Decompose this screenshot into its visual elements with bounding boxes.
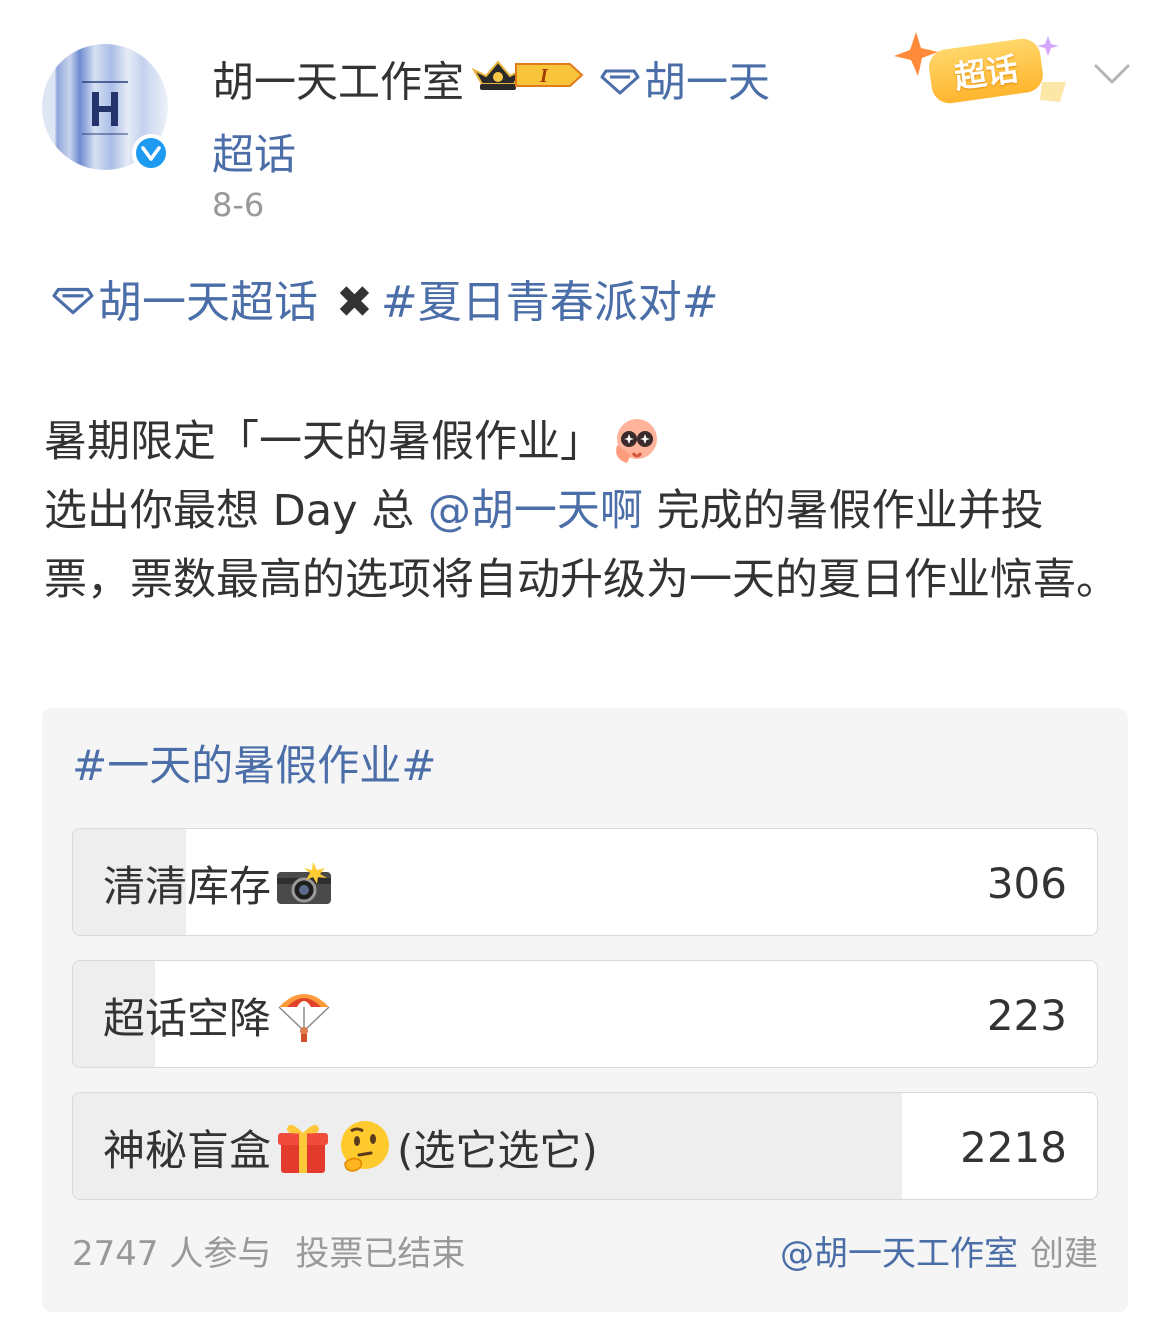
svg-text:I: I <box>539 65 549 87</box>
studio-logo-icon <box>82 81 128 135</box>
gift-icon <box>278 1124 329 1173</box>
poll-option-suffix: (选它选它) <box>397 1125 598 1175</box>
post-content: 暑期限定「一天的暑假作业」 选出你最想 Day 总 @胡一天啊 完成的暑假作业并… <box>44 408 1129 615</box>
cross-mark-icon: ✖ <box>336 277 373 328</box>
poll-option-count: 223 <box>986 990 1067 1040</box>
author-name[interactable]: 胡一天工作室 <box>212 58 464 107</box>
camera-flash-icon <box>277 862 332 904</box>
thinking-face-icon <box>341 1121 390 1172</box>
weibo-post: 胡一天工作室 I 胡一天超话 8-6 超话 胡一天超话 ✖ #夏日青春派对# 暑… <box>0 0 1170 1344</box>
poll-card: #一天的暑假作业# 清清库存 306 超话空降 223 神秘盲盒 (选它选它) … <box>42 708 1128 1312</box>
starry-eyes-emoji-icon <box>616 418 657 463</box>
poll-option[interactable]: 神秘盲盒 (选它选它) 2218 <box>72 1092 1098 1200</box>
poll-creator-link[interactable]: @胡一天工作室 <box>780 1234 1018 1274</box>
poll-option-count: 306 <box>986 858 1067 908</box>
mention-link[interactable]: @胡一天啊 <box>428 486 643 536</box>
poll-option-label: 神秘盲盒 (选它选它) <box>103 1093 598 1199</box>
poll-participants: 2747 人参与 <box>72 1234 272 1274</box>
poll-status: 投票已结束 <box>295 1234 466 1274</box>
poll-option-text: 清清库存 <box>103 861 272 911</box>
verified-badge-icon <box>132 134 170 172</box>
poll-title[interactable]: #一天的暑假作业# <box>72 738 436 794</box>
post-line-1-text: 暑期限定「一天的暑假作业」 <box>44 417 603 467</box>
post-line-2: 选出你最想 Day 总 @胡一天啊 完成的暑假作业并投票，票数最高的选项将自动升… <box>44 477 1129 615</box>
crown-level-badge-icon[interactable]: I <box>470 49 586 115</box>
tag-line: 胡一天超话 ✖ #夏日青春派对# <box>44 268 719 342</box>
poll-option-text: 神秘盲盒 <box>103 1125 272 1175</box>
poll-footer-left: 2747 人参与 投票已结束 <box>72 1226 465 1275</box>
poll-option-label: 超话空降 <box>103 961 333 1067</box>
poll-created-label: 创建 <box>1030 1234 1098 1274</box>
poll-option[interactable]: 超话空降 223 <box>72 960 1098 1068</box>
poll-option[interactable]: 清清库存 306 <box>72 828 1098 936</box>
chevron-down-icon[interactable] <box>1092 58 1132 88</box>
post-line-1: 暑期限定「一天的暑假作业」 <box>44 408 1129 477</box>
poll-option-count: 2218 <box>960 1122 1067 1172</box>
author-line: 胡一天工作室 I 胡一天超话 <box>212 48 772 188</box>
poll-option-label: 清清库存 <box>103 829 333 935</box>
post-line-2-prefix: 选出你最想 Day 总 <box>44 486 428 536</box>
poll-footer-right: @胡一天工作室 创建 <box>780 1226 1098 1275</box>
parachute-icon <box>278 994 330 1042</box>
supertopic-diamond-icon <box>52 268 94 334</box>
chaohua-badge[interactable]: 超话 <box>888 30 1078 114</box>
poll-option-text: 超话空降 <box>103 993 272 1043</box>
supertopic-diamond-icon <box>600 48 640 114</box>
supertopic-tag-link[interactable]: 胡一天超话 <box>98 277 318 328</box>
avatar-container[interactable] <box>42 44 170 172</box>
hashtag-link[interactable]: #夏日青春派对# <box>381 277 719 328</box>
post-date: 8-6 <box>212 186 265 224</box>
